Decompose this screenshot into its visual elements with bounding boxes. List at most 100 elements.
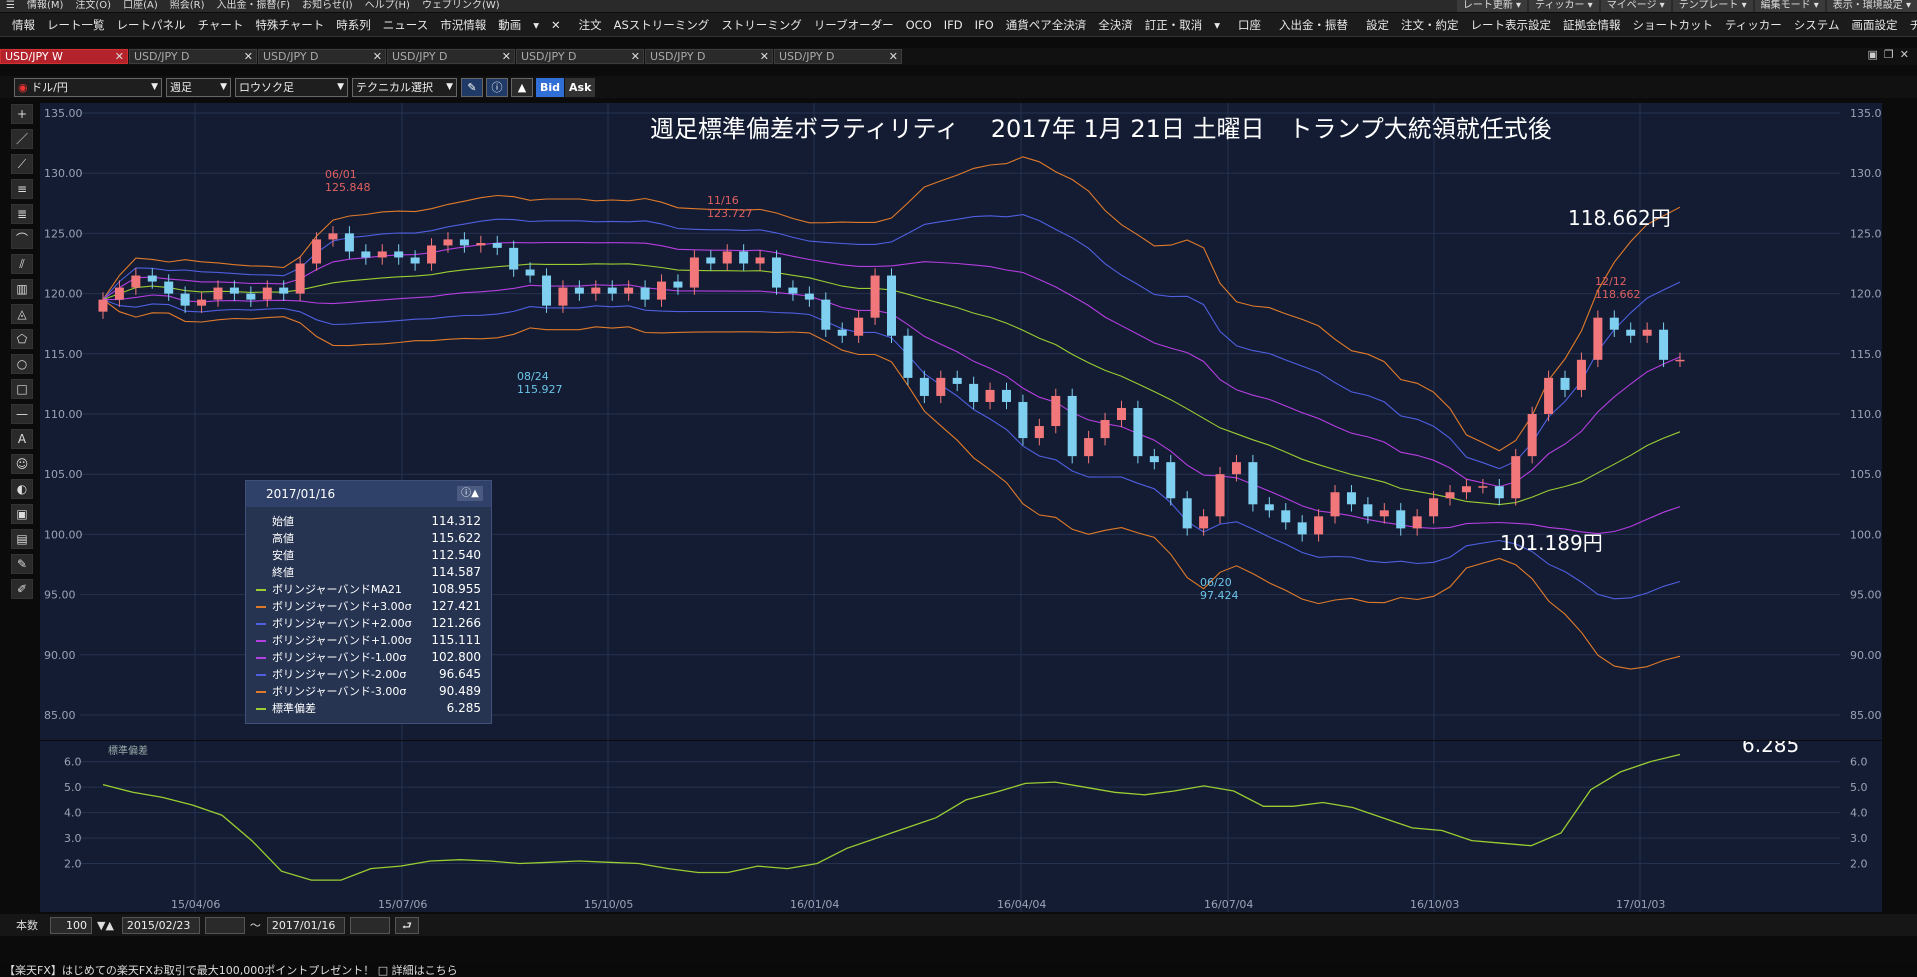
news-ticker[interactable]: 【楽天FX】はじめての楽天FXお取引で最大100,000ポイントプレゼント！ □… — [0, 962, 1917, 977]
tab-usdjpy-d[interactable]: USD/JPY D ✕ — [387, 49, 515, 64]
tb-close-group[interactable]: ✕ — [545, 13, 567, 36]
channel-icon[interactable]: ⫽ — [11, 254, 33, 274]
text-icon[interactable]: A — [11, 429, 33, 449]
hline-icon[interactable]: — — [11, 404, 33, 424]
tb-pair-settle[interactable]: 通貨ペア全決済 — [1000, 13, 1093, 36]
currency-pair-select[interactable]: ◉ ドル/円 ▼ — [14, 77, 162, 97]
layers-icon[interactable]: ▤ — [11, 529, 33, 549]
maximize-icon[interactable]: ▣ — [1868, 48, 1878, 61]
tab-usdjpy-d[interactable]: USD/JPY D ✕ — [258, 49, 386, 64]
tb-special-chart[interactable]: 特殊チャート — [249, 13, 330, 36]
trendline-icon[interactable]: ／ — [11, 129, 33, 149]
tb-market-info[interactable]: 市況情報 — [434, 13, 492, 36]
horizontal-lines-icon[interactable]: ≡ — [11, 179, 33, 199]
tb-video[interactable]: 動画 — [492, 13, 527, 36]
close-icon[interactable]: ✕ — [631, 50, 640, 63]
tb-more-order[interactable]: ▾ — [1208, 13, 1226, 36]
fibonacci-icon[interactable]: ≣ — [11, 204, 33, 224]
tb-rate-list[interactable]: レート一覧 — [41, 13, 111, 36]
pen-icon[interactable]: ✎ — [461, 77, 483, 97]
tb-order[interactable]: 注文 — [573, 13, 608, 36]
close-icon[interactable]: ✕ — [373, 50, 382, 63]
close-icon[interactable]: ✕ — [889, 50, 898, 63]
stepper-icon[interactable]: ▼▲ — [97, 919, 114, 932]
ask-button[interactable]: Ask — [565, 77, 596, 97]
restore-icon[interactable]: ❐ — [1884, 48, 1894, 61]
smiley-icon[interactable]: ☺ — [11, 454, 33, 474]
tb-amend-cancel[interactable]: 訂正・取消 — [1139, 13, 1209, 36]
tb-rate-panel[interactable]: レートパネル — [111, 13, 192, 36]
tab-usdjpy-d[interactable]: USD/JPY D ✕ — [129, 49, 257, 64]
tb-ifd[interactable]: IFD — [938, 13, 969, 36]
toggle-icon[interactable]: ◐ — [11, 479, 33, 499]
info-panel-header[interactable]: 2017/01/16 ⓘ▲ — [246, 481, 491, 507]
tb-system[interactable]: システム — [1788, 13, 1846, 36]
menu-notices[interactable]: お知らせ(I) — [296, 0, 359, 12]
circle-icon[interactable]: ○ — [11, 354, 33, 374]
menu-ticker[interactable]: ティッカー ▾ — [1529, 0, 1599, 12]
menu-order[interactable]: 注文(O) — [69, 0, 117, 12]
copy-icon[interactable]: ▣ — [11, 504, 33, 524]
tb-shortcut[interactable]: ショートカット — [1626, 13, 1719, 36]
tb-more-info[interactable]: ▾ — [527, 13, 545, 36]
technical-select[interactable]: テクニカル選択 ▼ — [352, 77, 457, 97]
info-icon[interactable]: ⓘ — [486, 77, 508, 97]
tb-deposit[interactable]: 入出金・振替 — [1273, 13, 1354, 36]
tb-screen-settings[interactable]: 画面設定 — [1845, 13, 1903, 36]
close-icon[interactable]: ✕ — [115, 50, 124, 63]
menu-mypage[interactable]: マイページ ▾ — [1600, 0, 1671, 12]
close-icon[interactable]: ✕ — [244, 50, 253, 63]
tab-usdjpy-w[interactable]: USD/JPY W ✕ — [0, 49, 128, 64]
from-date-input[interactable]: 2015/02/23 — [121, 916, 200, 934]
chart-type-select[interactable]: ロウソク足 ▼ — [235, 77, 348, 97]
stddev-chart[interactable]: 6.0 6.0 5.0 5.0 4.0 4.0 3.0 3.0 2.0 2.0 15/04/06 15… — [40, 741, 1882, 912]
menu-display-settings[interactable]: 表示・環境設定 ▾ — [1826, 0, 1917, 12]
from-time-input[interactable] — [204, 916, 245, 934]
tb-margin-info[interactable]: 証拠金情報 — [1557, 13, 1627, 36]
menu-help[interactable]: ヘルプ(H) — [359, 0, 416, 12]
tb-settle-all[interactable]: 全決済 — [1092, 13, 1139, 36]
menu-info[interactable]: 情報(M) — [21, 0, 69, 12]
menu-edit-mode[interactable]: 編集モード ▾ — [1754, 0, 1825, 12]
arc-icon[interactable]: ⌒ — [11, 229, 33, 249]
period-select[interactable]: 週足 ▼ — [166, 77, 231, 97]
tb-ticker[interactable]: ティッカー — [1719, 13, 1788, 36]
tb-timeseries[interactable]: 時系列 — [330, 13, 377, 36]
edit-icon[interactable]: ✐ — [11, 579, 33, 599]
area-chart-icon[interactable]: ▲ — [511, 77, 533, 97]
tb-account[interactable]: 口座 — [1232, 13, 1267, 36]
bid-button[interactable]: Bid — [536, 77, 565, 97]
ray-icon[interactable]: ⟋ — [11, 154, 33, 174]
to-date-input[interactable]: 2017/01/16 — [266, 916, 345, 934]
close-icon[interactable]: ✕ — [760, 50, 769, 63]
triangle-icon[interactable]: ◬ — [11, 304, 33, 324]
tb-streaming[interactable]: ストリーミング — [715, 13, 808, 36]
rectangle-icon[interactable]: □ — [11, 379, 33, 399]
count-input[interactable]: 100 — [50, 916, 92, 934]
close-icon[interactable]: ✕ — [502, 50, 511, 63]
tb-leave-order[interactable]: リーブオーダー — [808, 13, 900, 36]
app-menu-icon[interactable]: ☰ — [0, 0, 21, 12]
tab-usdjpy-d[interactable]: USD/JPY D ✕ — [516, 49, 644, 64]
menu-deposit[interactable]: 入出金・振替(F) — [211, 0, 297, 12]
crosshair-icon[interactable]: + — [11, 104, 33, 124]
refresh-icon[interactable]: ⮐ — [394, 916, 419, 934]
to-time-input[interactable] — [349, 916, 390, 934]
tab-usdjpy-d[interactable]: USD/JPY D ✕ — [774, 49, 902, 64]
menu-weblink[interactable]: ウェブリンク(W) — [416, 0, 506, 12]
tb-news[interactable]: ニュース — [377, 13, 434, 36]
info-collapse-icon[interactable]: ⓘ▲ — [457, 486, 483, 501]
vertical-lines-icon[interactable]: ▥ — [11, 279, 33, 299]
tb-chart-settings[interactable]: チャート — [1903, 13, 1917, 36]
menu-inquiry[interactable]: 照会(R) — [164, 0, 211, 12]
eraser-icon[interactable]: ✎ — [11, 554, 33, 574]
tab-usdjpy-d[interactable]: USD/JPY D ✕ — [645, 49, 773, 64]
close-icon[interactable]: ✕ — [1900, 48, 1909, 61]
menu-template[interactable]: テンプレート ▾ — [1672, 0, 1753, 12]
news-text[interactable]: 【楽天FX】はじめての楽天FXお取引で最大100,000ポイントプレゼント！ □… — [4, 962, 458, 977]
tb-order-exec[interactable]: 注文・約定 — [1395, 13, 1465, 36]
tb-settings[interactable]: 設定 — [1360, 13, 1395, 36]
tb-chart[interactable]: チャート — [192, 13, 250, 36]
menu-account[interactable]: 口座(A) — [117, 0, 164, 12]
tb-rate-display[interactable]: レート表示設定 — [1464, 13, 1557, 36]
